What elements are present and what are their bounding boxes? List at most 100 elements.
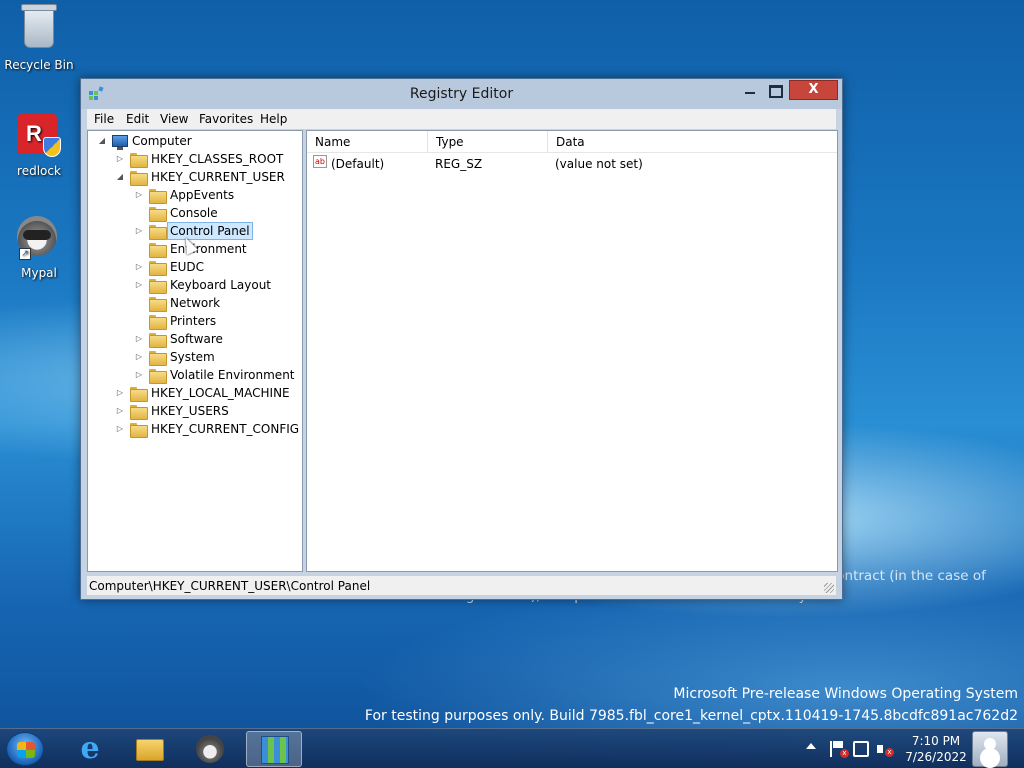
volume-muted-icon[interactable]: x bbox=[877, 741, 894, 757]
folder-icon bbox=[149, 315, 167, 330]
registry-editor-icon bbox=[261, 736, 289, 764]
folder-icon bbox=[149, 297, 167, 312]
string-value-icon: ab bbox=[313, 155, 327, 168]
expand-arrow-icon[interactable]: ▷ bbox=[115, 402, 125, 420]
table-row[interactable]: ab (Default) REG_SZ (value not set) bbox=[307, 155, 837, 173]
mypal-desktop-icon[interactable]: ↗ Mypal bbox=[0, 216, 78, 280]
taskbar-internet-explorer[interactable]: e bbox=[62, 731, 118, 767]
start-button[interactable] bbox=[6, 732, 44, 766]
mypal-raccoon-icon bbox=[196, 735, 224, 763]
recycle-bin-icon bbox=[17, 4, 61, 54]
expand-arrow-icon[interactable]: ▷ bbox=[115, 150, 125, 168]
tree-label: Printers bbox=[170, 314, 217, 328]
values-list[interactable]: Name Type Data ab (Default) REG_SZ (valu… bbox=[306, 130, 838, 572]
folder-icon bbox=[130, 405, 148, 420]
list-header: Name Type Data bbox=[307, 131, 837, 153]
value-type: REG_SZ bbox=[435, 157, 483, 171]
tree-label: Network bbox=[170, 296, 221, 310]
recycle-bin-label: Recycle Bin bbox=[4, 58, 74, 72]
taskbar-file-explorer[interactable] bbox=[122, 731, 178, 767]
expand-arrow-icon[interactable]: ▷ bbox=[134, 258, 144, 276]
title-bar[interactable]: Registry Editor X bbox=[81, 79, 842, 109]
window-title: Registry Editor bbox=[409, 86, 514, 102]
folder-icon bbox=[149, 369, 167, 384]
value-data: (value not set) bbox=[555, 157, 643, 171]
status-bar: Computer\HKEY_CURRENT_USER\Control Panel bbox=[87, 575, 836, 595]
folder-icon bbox=[130, 423, 148, 438]
clock-time: 7:10 PM bbox=[911, 734, 961, 748]
tree-label: Console bbox=[170, 206, 218, 220]
folder-icon bbox=[149, 225, 167, 240]
folder-open-icon bbox=[130, 171, 148, 186]
network-icon[interactable] bbox=[853, 741, 869, 757]
show-hidden-icons-chevron-icon[interactable] bbox=[806, 743, 816, 749]
tree-label: AppEvents bbox=[170, 188, 235, 202]
folder-icon bbox=[149, 279, 167, 294]
resize-grip-icon[interactable] bbox=[824, 583, 834, 593]
tree-label: EUDC bbox=[170, 260, 204, 274]
menu-favorites[interactable]: Favorites bbox=[199, 112, 253, 126]
menu-help[interactable]: Help bbox=[260, 112, 287, 126]
tree-label: HKEY_USERS bbox=[151, 404, 229, 418]
redlock-desktop-icon[interactable]: R redlock bbox=[0, 114, 78, 178]
folder-icon bbox=[149, 207, 167, 222]
collapse-arrow-icon[interactable]: ◢ bbox=[97, 132, 107, 150]
redlock-label: redlock bbox=[17, 164, 61, 178]
tree-label: Environment bbox=[170, 242, 247, 256]
mypal-raccoon-icon: ↗ bbox=[17, 216, 61, 262]
user-account-icon[interactable] bbox=[972, 731, 1008, 767]
folder-icon bbox=[149, 351, 167, 366]
folder-icon bbox=[149, 261, 167, 276]
file-explorer-icon bbox=[136, 739, 164, 761]
system-clock[interactable]: 7:10 PM 7/26/2022 bbox=[900, 733, 972, 765]
os-prerelease-text: Microsoft Pre-release Windows Operating … bbox=[673, 686, 1018, 702]
recycle-bin-desktop-icon[interactable]: Recycle Bin bbox=[0, 4, 78, 72]
expand-arrow-icon[interactable]: ▷ bbox=[134, 222, 144, 240]
expand-arrow-icon[interactable]: ▷ bbox=[115, 420, 125, 438]
taskbar-mypal[interactable] bbox=[182, 731, 238, 767]
taskbar: e x x 7:10 PM 7/26/2022 bbox=[0, 728, 1024, 768]
os-build-text: For testing purposes only. Build 7985.fb… bbox=[364, 708, 1018, 724]
taskbar-registry-editor[interactable] bbox=[246, 731, 302, 767]
menu-view[interactable]: View bbox=[160, 112, 188, 126]
tree-label: HKEY_LOCAL_MACHINE bbox=[151, 386, 290, 400]
collapse-arrow-icon[interactable]: ◢ bbox=[115, 168, 125, 186]
folder-icon bbox=[149, 333, 167, 348]
value-name: (Default) bbox=[331, 157, 385, 171]
action-center-flag-icon[interactable]: x bbox=[830, 741, 849, 758]
folder-icon bbox=[149, 189, 167, 204]
expand-arrow-icon[interactable]: ▷ bbox=[134, 348, 144, 366]
tree-label: Computer bbox=[132, 134, 192, 148]
expand-arrow-icon[interactable]: ▷ bbox=[134, 276, 144, 294]
close-button[interactable]: X bbox=[789, 80, 838, 100]
redlock-icon: R bbox=[17, 114, 61, 160]
folder-icon bbox=[130, 153, 148, 168]
expand-arrow-icon[interactable]: ▷ bbox=[134, 186, 144, 204]
tree-label: Control Panel bbox=[167, 222, 253, 240]
tree-label: Volatile Environment bbox=[170, 368, 295, 382]
status-path: Computer\HKEY_CURRENT_USER\Control Panel bbox=[89, 579, 371, 593]
expand-arrow-icon[interactable]: ▷ bbox=[115, 384, 125, 402]
mypal-label: Mypal bbox=[21, 266, 57, 280]
expand-arrow-icon[interactable]: ▷ bbox=[134, 330, 144, 348]
folder-icon bbox=[130, 387, 148, 402]
expand-arrow-icon[interactable]: ▷ bbox=[134, 366, 144, 384]
maximize-button[interactable] bbox=[763, 80, 789, 100]
minimize-button[interactable] bbox=[737, 80, 763, 100]
column-header-data[interactable]: Data bbox=[548, 131, 837, 153]
tree-label: HKEY_CURRENT_USER bbox=[151, 170, 285, 184]
column-header-name[interactable]: Name bbox=[307, 131, 428, 153]
registry-tree[interactable]: ◢ Computer ▷ HKEY_CLASSES_ROOT ◢ HKEY_CU… bbox=[87, 130, 303, 572]
menu-edit[interactable]: Edit bbox=[126, 112, 149, 126]
internet-explorer-icon: e bbox=[80, 731, 100, 766]
column-header-type[interactable]: Type bbox=[428, 131, 548, 153]
clock-date: 7/26/2022 bbox=[905, 750, 967, 764]
tree-label: System bbox=[170, 350, 215, 364]
menu-file[interactable]: File bbox=[94, 112, 114, 126]
folder-icon bbox=[149, 243, 167, 258]
tree-label: HKEY_CLASSES_ROOT bbox=[151, 152, 284, 166]
tree-label: HKEY_CURRENT_CONFIG bbox=[151, 422, 300, 436]
tree-label: Software bbox=[170, 332, 223, 346]
tree-label: Keyboard Layout bbox=[170, 278, 272, 292]
shortcut-arrow-icon: ↗ bbox=[19, 248, 31, 260]
